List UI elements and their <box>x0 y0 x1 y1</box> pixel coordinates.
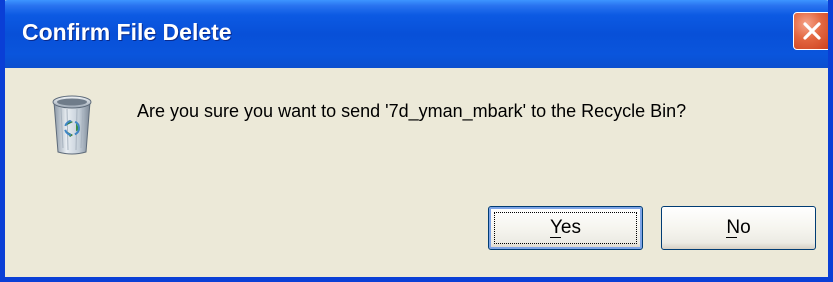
yes-button-label: Yes <box>550 217 581 238</box>
no-button-label: No <box>726 217 751 238</box>
confirmation-message: Are you sure you want to send '7d_yman_m… <box>137 101 687 121</box>
dialog-body: Are you sure you want to send '7d_yman_m… <box>5 68 828 277</box>
mnemonic-underline <box>550 237 561 238</box>
window-title: Confirm File Delete <box>22 19 232 45</box>
no-button[interactable]: No <box>661 206 816 250</box>
recycle-bin-icon <box>49 92 95 156</box>
title-bar[interactable]: Confirm File Delete <box>5 0 828 68</box>
mnemonic-underline <box>726 237 738 238</box>
close-icon <box>803 22 821 40</box>
yes-button[interactable]: Yes <box>488 206 643 250</box>
close-button[interactable] <box>793 12 828 50</box>
confirm-file-delete-dialog: Confirm File Delete Are you sure you wan… <box>0 0 833 282</box>
